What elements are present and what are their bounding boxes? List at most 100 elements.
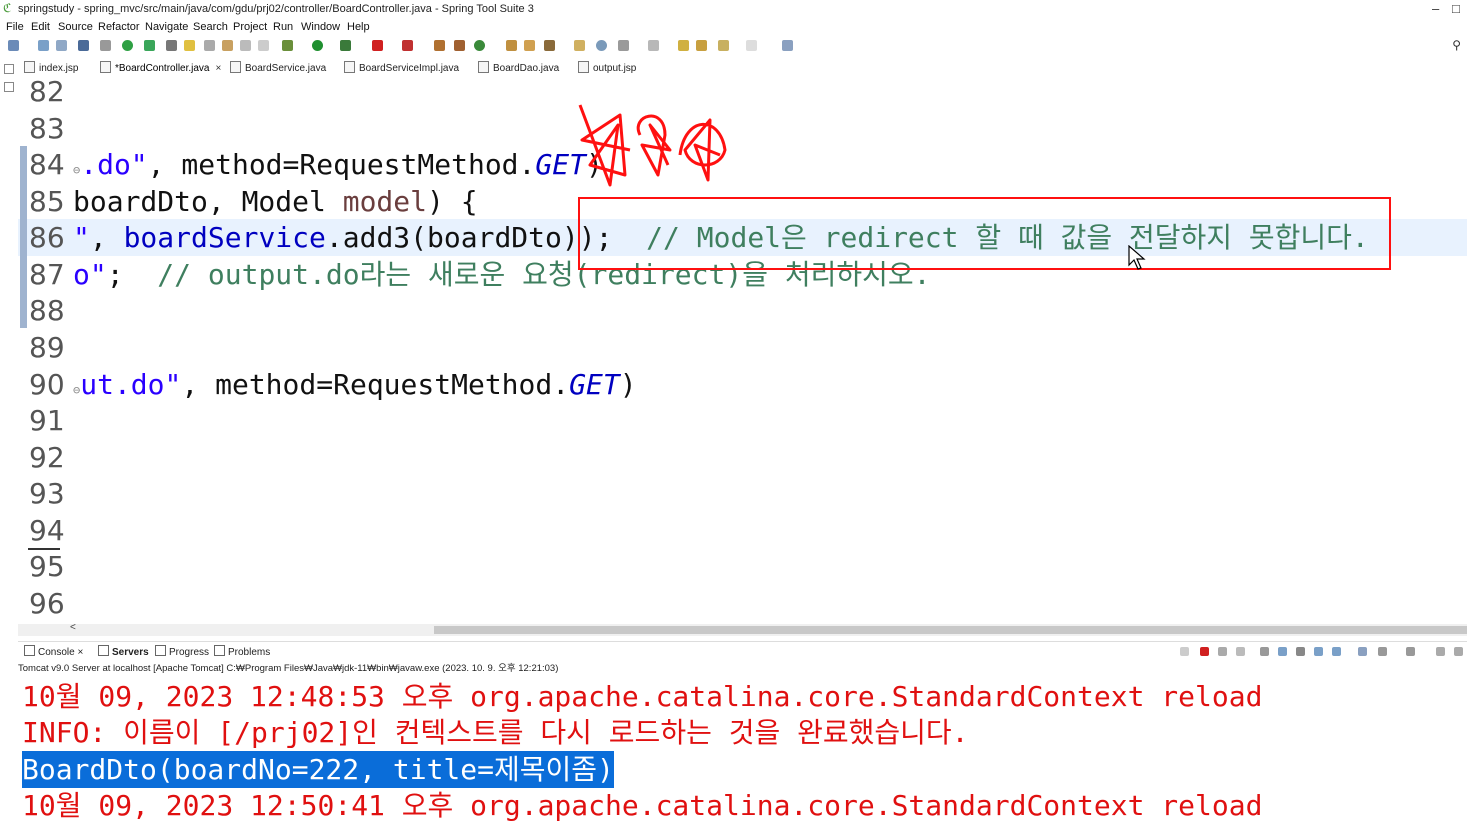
code-line: 89: [18, 329, 73, 366]
external-tools-icon[interactable]: [402, 40, 413, 51]
menu-source[interactable]: Source: [58, 21, 93, 33]
mouse-cursor-icon: [1128, 245, 1146, 270]
menu-window[interactable]: Window: [301, 21, 340, 33]
minimize-view-icon[interactable]: [1436, 647, 1445, 656]
line-number: 96: [29, 587, 65, 620]
maximize-view-icon[interactable]: [1454, 647, 1463, 656]
search-icon[interactable]: ⚲: [1452, 38, 1461, 52]
maximize-button[interactable]: □: [1452, 1, 1460, 16]
code-line: 93: [18, 475, 73, 512]
pin-console-icon[interactable]: [1358, 647, 1367, 656]
close-icon[interactable]: ×: [216, 63, 222, 74]
tab-problems[interactable]: Problems: [214, 645, 270, 658]
scroll-lock-icon[interactable]: [1278, 647, 1287, 656]
minimize-button[interactable]: –: [1432, 1, 1439, 16]
new-java-project-icon[interactable]: [434, 40, 445, 51]
next-annotation-icon[interactable]: [618, 40, 629, 51]
back-icon[interactable]: [696, 40, 707, 51]
open-task-icon[interactable]: [524, 40, 535, 51]
outline-icon[interactable]: [4, 64, 14, 74]
menu-help[interactable]: Help: [347, 21, 370, 33]
tab-board-dao[interactable]: BoardDao.java: [478, 61, 559, 74]
scrollbar-thumb[interactable]: [434, 626, 1467, 634]
open-console-icon[interactable]: [1406, 647, 1415, 656]
globe-icon[interactable]: [596, 40, 607, 51]
search-tool-icon[interactable]: [544, 40, 555, 51]
console-line: 10월 09, 2023 12:50:41 오후 org.apache.cata…: [22, 789, 1263, 822]
remove-launch-icon[interactable]: [1218, 647, 1227, 656]
open-type-icon[interactable]: [506, 40, 517, 51]
save-icon[interactable]: [38, 40, 49, 51]
forward-icon[interactable]: [718, 40, 729, 51]
tab-index-jsp[interactable]: index.jsp: [24, 61, 78, 74]
menu-navigate[interactable]: Navigate: [145, 21, 188, 33]
word-wrap-icon[interactable]: [1296, 647, 1305, 656]
tab-output-jsp[interactable]: output.jsp: [578, 61, 636, 74]
block-selection-icon[interactable]: [222, 40, 233, 51]
scroll-left-icon[interactable]: <: [70, 622, 76, 633]
coverage-icon[interactable]: [340, 40, 351, 51]
spring-boot-icon[interactable]: [122, 40, 133, 51]
refresh-icon[interactable]: [144, 40, 155, 51]
new-class-icon[interactable]: [474, 40, 485, 51]
pin-icon[interactable]: [166, 40, 177, 51]
line-number: 93: [29, 477, 65, 510]
console-line-selected: BoardDto(boardNo=222, title=제목이좀): [22, 751, 614, 788]
close-icon[interactable]: ×: [77, 647, 83, 658]
code-editor[interactable]: 82 83 84 ⊖.do", method=RequestMethod.GET)…: [18, 76, 1467, 624]
tab-label: Problems: [228, 647, 271, 658]
save-all-icon[interactable]: [56, 40, 67, 51]
perspective-icon[interactable]: [782, 40, 793, 51]
last-edit-icon[interactable]: [678, 40, 689, 51]
code-line: 96: [18, 585, 73, 622]
wrap-icon[interactable]: [204, 40, 215, 51]
pilcrow-icon[interactable]: [258, 40, 269, 51]
editor-tab-bar: index.jsp *BoardController.java × BoardSe…: [0, 58, 1467, 76]
whitespace-icon[interactable]: [240, 40, 251, 51]
menu-project[interactable]: Project: [233, 21, 267, 33]
show-stdout-icon[interactable]: [1314, 647, 1323, 656]
tab-console[interactable]: Console ×: [24, 645, 83, 658]
scribble-annotation: [578, 104, 727, 187]
tab-servers[interactable]: Servers: [98, 645, 149, 658]
new-package-icon[interactable]: [454, 40, 465, 51]
open-folder-icon[interactable]: [574, 40, 585, 51]
console-output[interactable]: 10월 09, 2023 12:48:53 오후 org.apache.cata…: [18, 676, 1467, 826]
tab-progress[interactable]: Progress: [155, 645, 209, 658]
tab-label: BoardDao.java: [493, 63, 560, 74]
terminate-icon[interactable]: [1200, 647, 1209, 656]
show-stderr-icon[interactable]: [1332, 647, 1341, 656]
menu-search[interactable]: Search: [193, 21, 228, 33]
menu-run[interactable]: Run: [273, 21, 293, 33]
horizontal-scrollbar[interactable]: <: [18, 622, 1467, 636]
line-number: 95: [29, 550, 65, 583]
highlight-icon[interactable]: [184, 40, 195, 51]
tab-board-service[interactable]: BoardService.java: [230, 61, 326, 74]
tab-board-service-impl[interactable]: BoardServiceImpl.java: [344, 61, 459, 74]
line-number: 94: [29, 514, 65, 547]
prev-annotation-icon[interactable]: [648, 40, 659, 51]
redeploy-icon[interactable]: [1180, 647, 1189, 656]
stop-icon[interactable]: [372, 40, 383, 51]
clear-console-icon[interactable]: [1260, 647, 1269, 656]
tab-label: Servers: [112, 647, 149, 658]
tab-label: Progress: [169, 647, 210, 658]
nav-forward-icon[interactable]: [746, 40, 757, 51]
tab-label: *BoardController.java: [115, 63, 210, 74]
menu-file[interactable]: File: [6, 21, 24, 33]
line-number: 86: [29, 221, 65, 254]
new-icon[interactable]: [8, 40, 19, 51]
tab-board-controller[interactable]: *BoardController.java ×: [100, 61, 221, 74]
restore-icon[interactable]: [4, 82, 14, 92]
print-icon[interactable]: [78, 40, 89, 51]
run-icon[interactable]: [312, 40, 323, 51]
tab-label: index.jsp: [39, 63, 79, 74]
menu-edit[interactable]: Edit: [31, 21, 50, 33]
remove-all-icon[interactable]: [1236, 647, 1245, 656]
line-number: 90: [29, 368, 65, 401]
code-line: 83: [18, 110, 73, 147]
debug-icon[interactable]: [282, 40, 293, 51]
menu-refactor[interactable]: Refactor: [98, 21, 140, 33]
display-console-icon[interactable]: [1378, 647, 1387, 656]
skip-breakpoints-icon[interactable]: [100, 40, 111, 51]
